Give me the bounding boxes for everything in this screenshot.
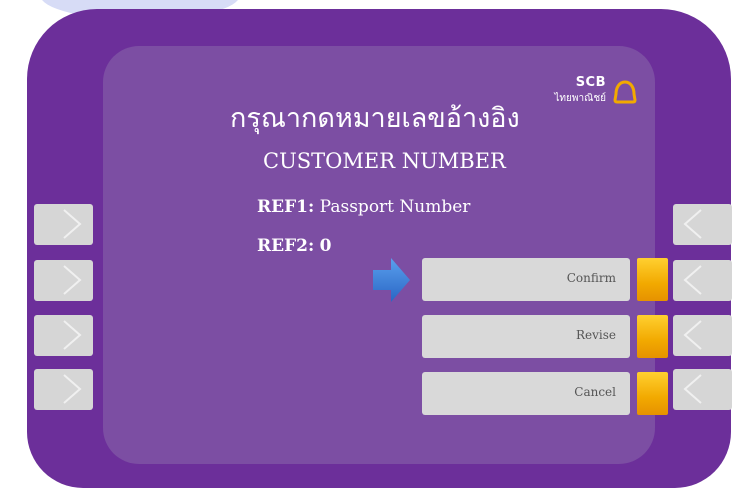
page-title: กรุณากดหมายเลขอ้างอิง	[230, 103, 520, 134]
chevron-right-icon	[63, 265, 82, 295]
confirm-button[interactable]: Confirm	[422, 258, 630, 301]
right-function-key-2[interactable]	[673, 260, 732, 301]
chevron-left-icon	[683, 265, 702, 295]
chevron-left-icon	[683, 209, 702, 239]
right-function-key-1[interactable]	[673, 204, 732, 245]
chevron-left-icon	[683, 374, 702, 404]
revise-button[interactable]: Revise	[422, 315, 630, 358]
confirm-indicator	[637, 258, 668, 301]
ref2-row: REF2: 0	[257, 236, 332, 256]
revise-indicator	[637, 315, 668, 358]
arrow-right-icon	[373, 258, 410, 302]
scb-bell-icon	[613, 80, 637, 104]
logo-text-en: SCB	[575, 75, 606, 90]
left-function-key-1[interactable]	[34, 204, 93, 245]
chevron-right-icon	[63, 374, 82, 404]
chevron-right-icon	[63, 320, 82, 350]
cancel-label: Cancel	[574, 385, 616, 399]
cancel-button[interactable]: Cancel	[422, 372, 630, 415]
ref1-row: REF1: Passport Number	[257, 197, 470, 217]
page-subtitle: CUSTOMER NUMBER	[263, 149, 506, 173]
scb-logo: SCB ไทยพาณิชย์	[554, 74, 645, 110]
left-function-key-4[interactable]	[34, 369, 93, 410]
ref1-value: Passport Number	[319, 197, 471, 217]
logo-text-th: ไทยพาณิชย์	[554, 93, 606, 104]
ref2-label: REF2:	[257, 236, 315, 256]
cancel-indicator	[637, 372, 668, 415]
right-function-key-4[interactable]	[673, 369, 732, 410]
confirm-label: Confirm	[566, 271, 616, 285]
right-function-key-3[interactable]	[673, 315, 732, 356]
left-function-key-2[interactable]	[34, 260, 93, 301]
ref2-value: 0	[319, 236, 332, 256]
ref1-label: REF1:	[257, 197, 315, 217]
revise-label: Revise	[575, 328, 616, 342]
left-function-key-3[interactable]	[34, 315, 93, 356]
chevron-left-icon	[683, 320, 702, 350]
chevron-right-icon	[63, 209, 82, 239]
